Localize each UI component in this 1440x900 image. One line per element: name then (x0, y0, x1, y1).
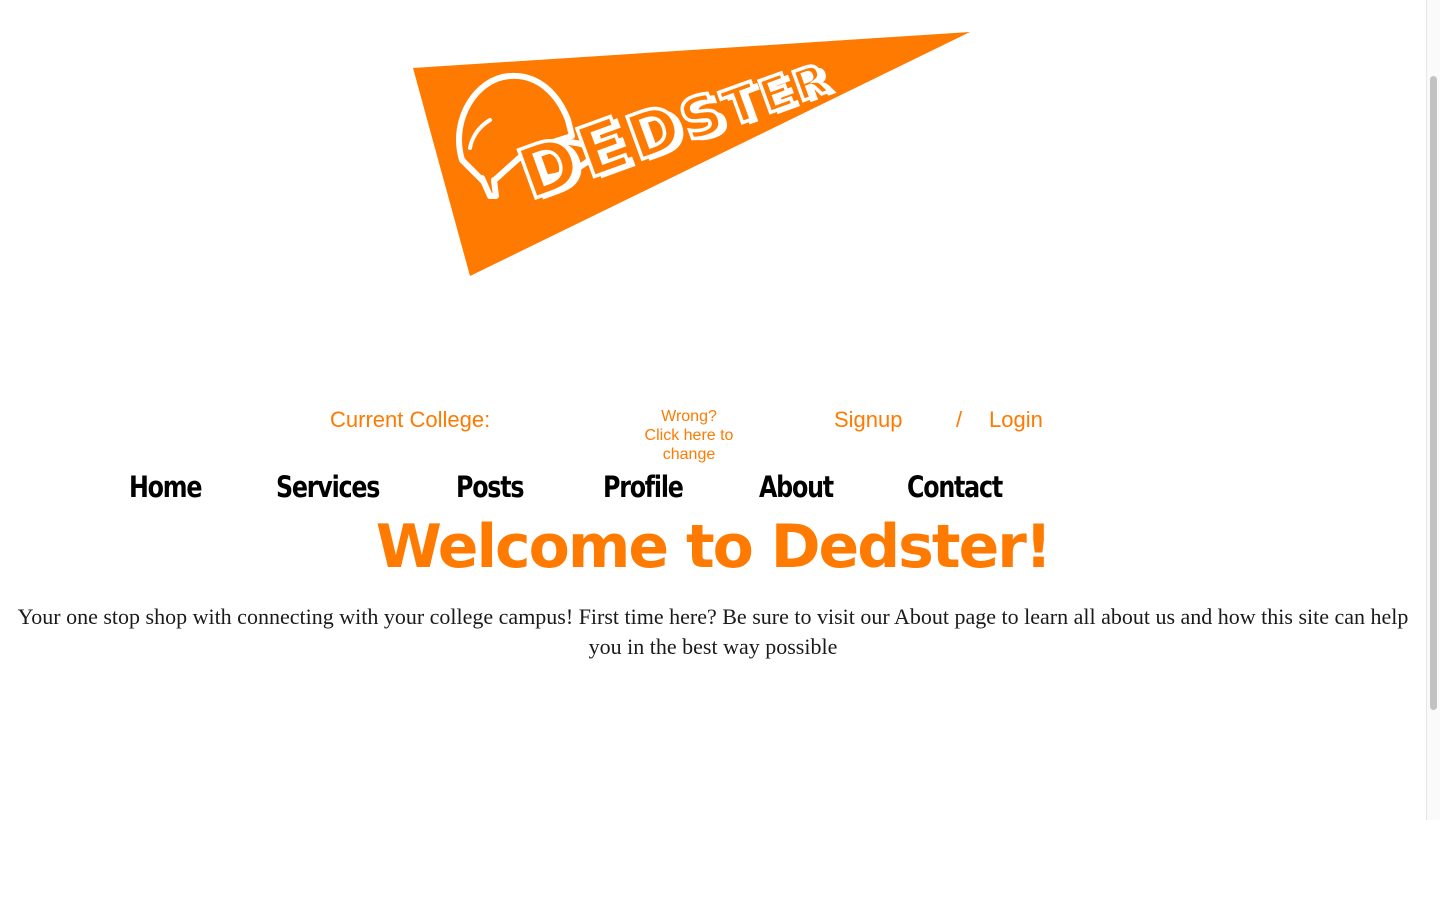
scrollbar-thumb[interactable] (1430, 76, 1437, 710)
current-college-label: Current College: (330, 407, 491, 432)
nav-item-contact[interactable]: Contact (907, 470, 1003, 504)
change-college-line-1: Wrong? (661, 408, 717, 425)
intro-paragraph: Your one stop shop with connecting with … (17, 604, 1409, 659)
change-college-line-2: Click here to (644, 427, 734, 444)
login-link[interactable]: Login (989, 407, 1043, 433)
nav-item-about[interactable]: About (759, 470, 834, 504)
dedster-logo[interactable]: DEDSTER DEDSTER (410, 28, 974, 280)
nav-item-services[interactable]: Services (276, 470, 380, 504)
auth-separator: / (956, 407, 963, 432)
change-college-link[interactable]: Wrong? Click here to change (630, 407, 748, 464)
signup-link[interactable]: Signup (834, 407, 903, 433)
nav-item-profile[interactable]: Profile (603, 470, 684, 504)
nav-item-posts[interactable]: Posts (456, 470, 525, 504)
nav-item-home[interactable]: Home (129, 470, 202, 504)
change-college-line-3: change (662, 446, 716, 463)
welcome-heading: Welcome to Dedster! (375, 512, 1052, 582)
